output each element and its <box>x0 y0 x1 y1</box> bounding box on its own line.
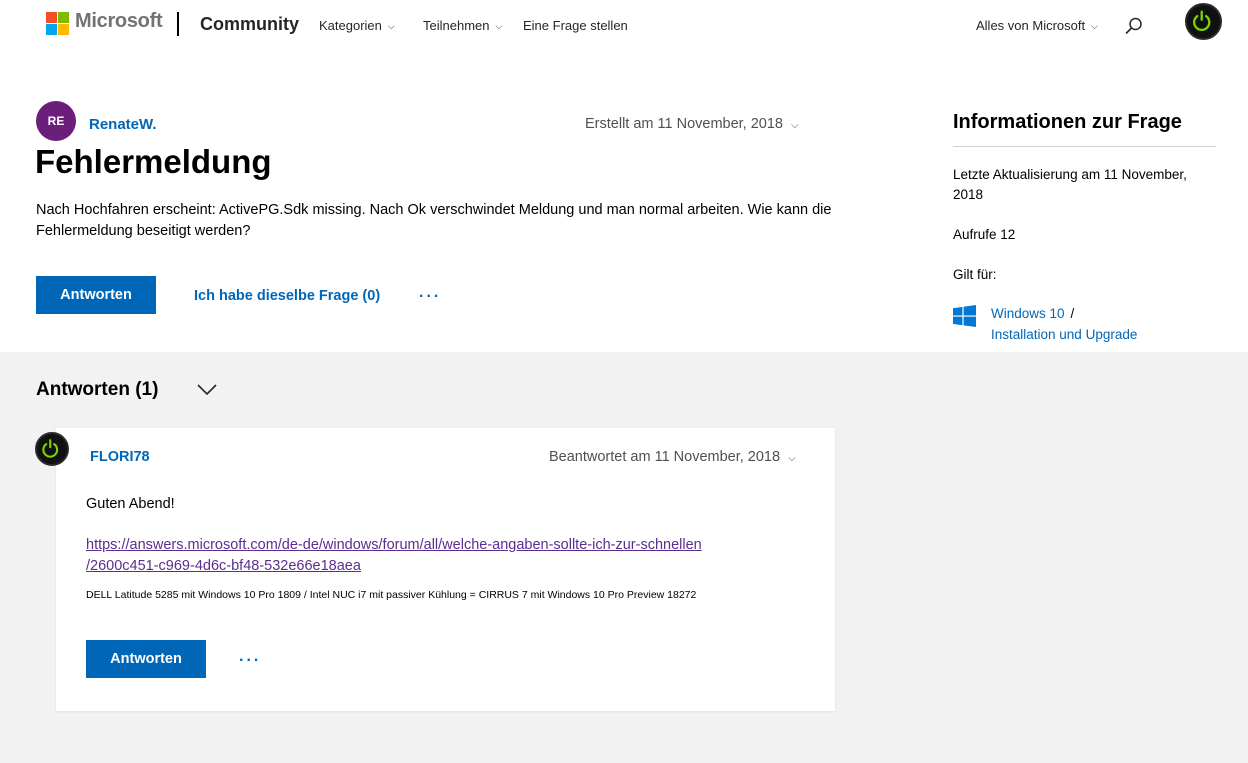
chevron-down-icon: ⌵ <box>387 21 395 31</box>
nav-alles-label: Alles von Microsoft <box>976 18 1086 33</box>
answers-heading: Antworten (1) <box>36 379 159 400</box>
answer-reply-button[interactable]: Antworten <box>86 640 206 678</box>
answer-link-line1: https://answers.microsoft.com/de-de/wind… <box>86 537 702 553</box>
search-icon[interactable] <box>1124 16 1144 36</box>
user-avatar[interactable] <box>1185 3 1222 40</box>
answer-author-avatar[interactable] <box>35 432 69 466</box>
sidebar-divider <box>953 146 1216 147</box>
header-divider <box>177 12 179 36</box>
chevron-down-icon: ⌵ <box>495 21 503 31</box>
answer-link[interactable]: https://answers.microsoft.com/de-de/wind… <box>86 535 786 577</box>
nav-kategorien-label: Kategorien <box>319 18 382 33</box>
microsoft-logo-icon[interactable] <box>46 12 69 35</box>
microsoft-wordmark[interactable]: Microsoft <box>75 10 163 33</box>
answer-signature: DELL Latitude 5285 mit Windows 10 Pro 18… <box>86 589 697 601</box>
product-link-windows-10[interactable]: Windows 10 / <box>991 306 1074 321</box>
breadcrumb-separator: / <box>1070 306 1075 321</box>
site-header: Microsoft Community Kategorien ⌵ Teilnehm… <box>0 0 1248 52</box>
answer-author-link[interactable]: FLORI78 <box>90 449 150 465</box>
question-author-avatar[interactable]: RE <box>36 101 76 141</box>
reply-button[interactable]: Antworten <box>36 276 156 314</box>
collapse-chevron-icon[interactable] <box>196 381 218 397</box>
community-link[interactable]: Community <box>200 14 299 35</box>
chevron-down-icon: ⌵ <box>1091 21 1098 31</box>
sidebar-background <box>935 342 1248 352</box>
last-updated-text: Letzte Aktualisierung am 11 November, 20… <box>953 167 1187 202</box>
applies-to-label: Gilt für: <box>953 267 997 282</box>
chevron-down-icon: ⌵ <box>788 453 796 464</box>
answer-date-label: Beantwortet am 11 November, 2018 <box>549 449 781 465</box>
question-info-title: Informationen zur Frage <box>953 111 1182 133</box>
chevron-down-icon: ⌵ <box>791 120 799 131</box>
question-created-label: Erstellt am 11 November, 2018 <box>585 116 783 132</box>
views-count: Aufrufe 12 <box>953 227 1016 242</box>
category-link-installation[interactable]: Installation und Upgrade <box>991 327 1137 342</box>
question-body: Nach Hochfahren erscheint: ActivePG.Sdk … <box>36 202 832 239</box>
question-title: Fehlermeldung <box>35 143 272 180</box>
answer-greeting: Guten Abend! <box>86 496 175 512</box>
answer-more-options-icon[interactable]: ... <box>239 648 261 666</box>
question-author-link[interactable]: RenateW. <box>89 116 157 133</box>
power-icon <box>42 439 59 458</box>
nav-alles-von-microsoft[interactable]: Alles von Microsoft ⌵ <box>976 18 1098 33</box>
same-question-button[interactable]: Ich habe dieselbe Frage (0) <box>194 288 380 304</box>
answer-date[interactable]: Beantwortet am 11 November, 2018 ⌵ <box>549 449 796 465</box>
nav-kategorien[interactable]: Kategorien ⌵ <box>319 18 395 33</box>
nav-teilnehmen-label: Teilnehmen <box>423 18 490 33</box>
power-icon <box>1192 10 1211 31</box>
more-options-icon[interactable]: ... <box>419 284 441 302</box>
question-created-date[interactable]: Erstellt am 11 November, 2018 ⌵ <box>585 116 799 132</box>
nav-eine-frage-stellen[interactable]: Eine Frage stellen <box>523 18 628 33</box>
product-link-label: Windows 10 <box>991 306 1065 321</box>
answer-link-line2: /2600c451-c969-4d6c-bf48-532e66e18aea <box>86 558 361 574</box>
windows-logo-icon <box>953 305 976 327</box>
nav-teilnehmen[interactable]: Teilnehmen ⌵ <box>423 18 502 33</box>
